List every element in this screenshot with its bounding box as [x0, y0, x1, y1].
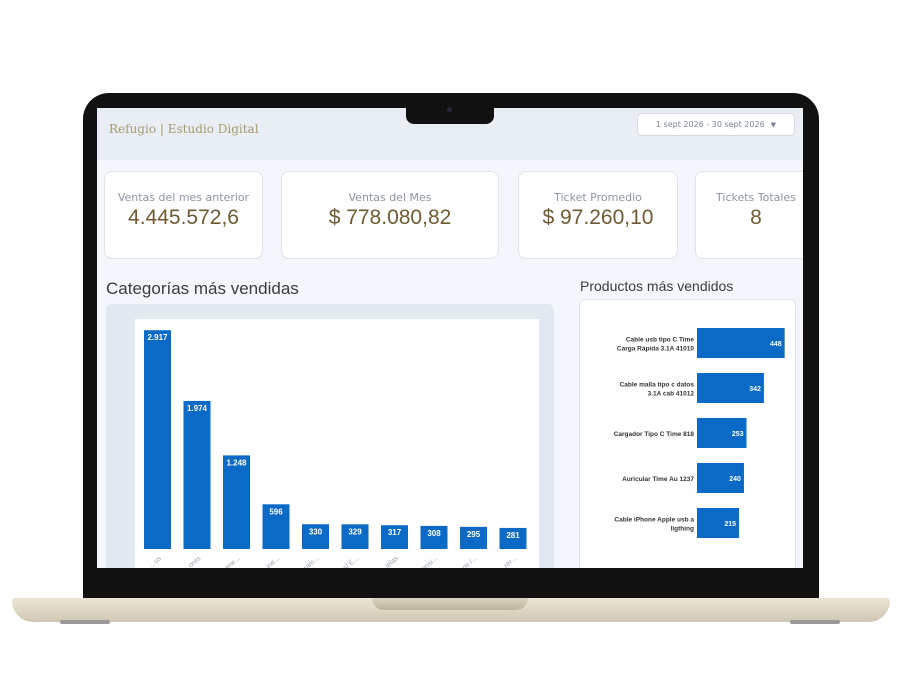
categories-title: Categorías más vendidas	[106, 279, 299, 298]
product-value-label: 215	[724, 521, 736, 528]
product-name-label: Auricular Time Au 1237	[622, 476, 694, 483]
laptop-foot-left	[60, 620, 110, 624]
camera-icon	[447, 107, 452, 112]
category-value-label: 596	[269, 507, 283, 516]
kpi-value: $ 97.260,10	[542, 206, 654, 229]
kpi-card-average-ticket: Ticket Promedio $ 97.260,10	[518, 171, 678, 259]
product-value-label: 342	[749, 386, 761, 393]
category-tick-label: ...os /...	[457, 555, 479, 568]
kpi-card-total-tickets: Tickets Totales 8	[695, 171, 803, 259]
category-value-label: 330	[309, 527, 323, 536]
kpi-value: 4.445.572,6	[128, 206, 239, 229]
dashboard-screen: Refugio | Estudio Digital 1 sept 2026 - …	[97, 108, 803, 568]
products-bar-chart: 448 Cable usb tipo C Time Carga Rápida 3.1…	[614, 328, 785, 538]
date-range-picker[interactable]: 1 sept 2026 - 30 sept 2026 ▼	[637, 113, 795, 136]
date-range-label: 1 sept 2026 - 30 sept 2026	[655, 120, 765, 129]
category-tick-label: ...ine...	[261, 555, 282, 568]
category-bar	[223, 455, 250, 549]
products-title: Productos más vendidos	[580, 278, 734, 294]
product-value-label: 448	[770, 341, 782, 348]
categories-bar-chart: 2.917 ...us 1.974 ...ores 1.248 ...ene... 596.…	[144, 330, 527, 568]
category-tick-label: ...ene...	[219, 555, 241, 568]
category-tick-label: ...ielas	[380, 555, 400, 568]
category-tick-label: ...s/ E...	[338, 555, 361, 568]
brand-logo: Refugio | Estudio Digital	[109, 122, 259, 136]
kpi-card-previous-sales: Ventas del mes anterior 4.445.572,6	[104, 171, 263, 259]
laptop-hinge	[372, 598, 528, 610]
category-value-label: 329	[348, 527, 362, 536]
category-value-label: 317	[388, 528, 402, 537]
category-tick-label: ...rer...	[499, 555, 519, 568]
product-value-label: 253	[732, 431, 744, 438]
kpi-value: 8	[750, 206, 762, 229]
category-tick-label: ...ores	[183, 555, 203, 568]
kpi-label: Ventas del Mes	[348, 191, 432, 204]
category-value-label: 295	[467, 530, 481, 539]
product-name-label: Cable malla tipo c datos 3.1A cab 41012	[620, 382, 695, 398]
products-panel: 448 Cable usb tipo C Time Carga Rápida 3.1…	[579, 299, 796, 568]
kpi-label: Ventas del mes anterior	[117, 191, 250, 204]
category-value-label: 308	[427, 529, 441, 538]
caret-down-icon: ▼	[770, 120, 777, 129]
category-bar	[144, 330, 171, 549]
category-value-label: 1.974	[187, 404, 208, 413]
kpi-value: $ 778.080,82	[328, 206, 452, 229]
kpi-label: Ticket Promedio	[554, 191, 642, 204]
product-name-label: Cargador Tipo C Time 818	[614, 431, 695, 438]
kpi-card-monthly-sales: Ventas del Mes $ 778.080,82	[281, 171, 499, 259]
category-tick-label: ...ensi...	[416, 555, 439, 568]
product-value-label: 240	[729, 476, 741, 483]
laptop-foot-right	[790, 620, 840, 624]
category-tick-label: ...us	[148, 555, 163, 568]
product-name-label: Cable iPhone Apple usb a ligthing	[614, 517, 694, 533]
category-value-label: 1.248	[226, 458, 247, 467]
kpi-label: Tickets Totales	[716, 191, 796, 204]
product-name-label: Cable usb tipo C Time Carga Rápida 3.1A 4…	[617, 337, 694, 353]
categories-chart-area: 2.917 ...us 1.974 ...ores 1.248 ...ene... 596.…	[135, 319, 539, 568]
category-value-label: 281	[506, 531, 520, 540]
category-tick-label: ...ram...	[298, 555, 321, 568]
category-bar	[183, 400, 211, 549]
category-value-label: 2.917	[147, 333, 168, 342]
